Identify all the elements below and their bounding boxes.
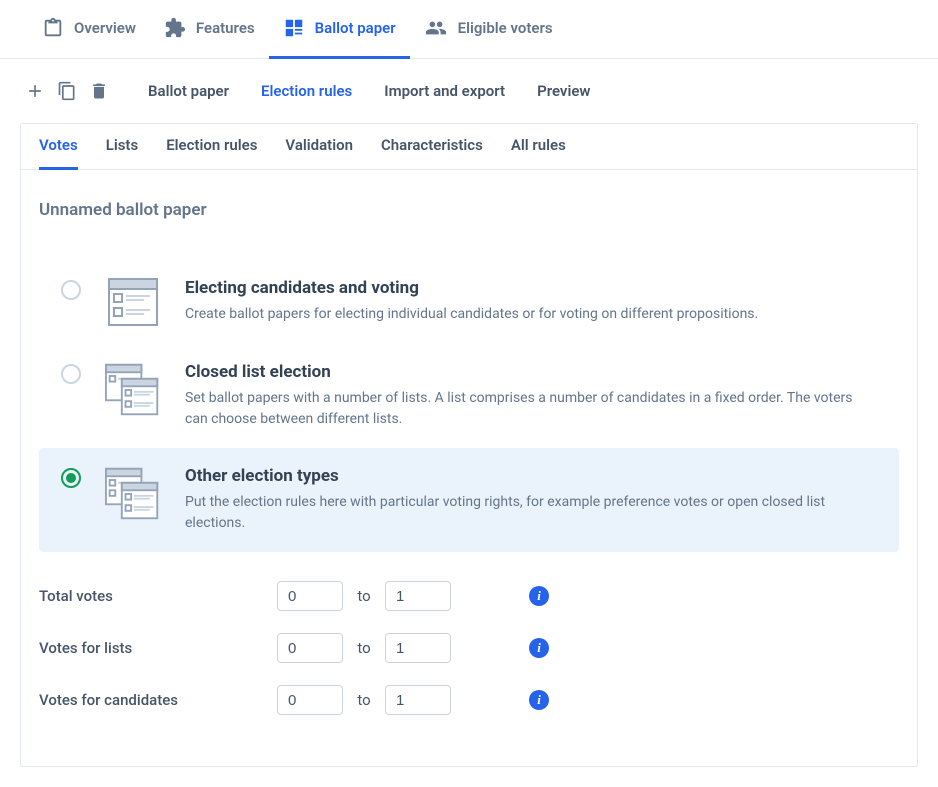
copy-icon[interactable] — [56, 80, 78, 102]
votes-candidates-to-input[interactable] — [385, 685, 451, 715]
ballot-icon — [283, 17, 305, 39]
to-label: to — [353, 691, 375, 709]
nav-features[interactable]: Features — [150, 0, 269, 59]
inner-tabs: Votes Lists Election rules Validation Ch… — [21, 124, 917, 170]
votes-lists-from-input[interactable] — [277, 633, 343, 663]
sub-tab-election-rules[interactable]: Election rules — [245, 82, 368, 100]
rule-label: Votes for lists — [39, 639, 267, 657]
people-icon — [424, 17, 448, 39]
rule-row-votes-candidates: Votes for candidates to i — [39, 674, 899, 726]
nav-overview[interactable]: Overview — [28, 0, 150, 59]
radio-unselected[interactable] — [61, 280, 81, 300]
to-label: to — [353, 639, 375, 657]
delete-icon[interactable] — [88, 80, 110, 102]
inner-tab-votes[interactable]: Votes — [39, 124, 78, 170]
option-title: Closed list election — [185, 362, 877, 382]
stacked-lists-icon — [105, 362, 161, 418]
option-other-election-types[interactable]: Other election types Put the election ru… — [39, 448, 899, 552]
total-votes-to-input[interactable] — [385, 581, 451, 611]
inner-tab-lists[interactable]: Lists — [106, 124, 138, 170]
option-electing-candidates[interactable]: Electing candidates and voting Create ba… — [39, 260, 899, 344]
inner-tab-validation[interactable]: Validation — [285, 124, 353, 170]
radio-selected[interactable] — [61, 468, 81, 488]
rule-label: Total votes — [39, 587, 267, 605]
nav-label: Ballot paper — [315, 19, 396, 37]
option-desc: Create ballot papers for electing indivi… — [185, 304, 877, 325]
rule-label: Votes for candidates — [39, 691, 267, 709]
top-nav: Overview Features Ballot paper Eligible … — [0, 0, 938, 59]
panel-content: Unnamed ballot paper Electing candidates… — [21, 170, 917, 766]
nav-eligible-voters[interactable]: Eligible voters — [410, 0, 567, 59]
nav-label: Features — [196, 19, 255, 37]
inner-tab-characteristics[interactable]: Characteristics — [381, 124, 483, 170]
inner-tab-all-rules[interactable]: All rules — [511, 124, 566, 170]
votes-candidates-from-input[interactable] — [277, 685, 343, 715]
sub-tab-preview[interactable]: Preview — [521, 82, 606, 100]
inner-tab-election-rules[interactable]: Election rules — [166, 124, 257, 170]
rule-row-total-votes: Total votes to i — [39, 570, 899, 622]
info-icon[interactable]: i — [529, 638, 549, 658]
puzzle-icon — [164, 17, 186, 39]
clipboard-icon — [42, 17, 64, 39]
to-label: to — [353, 587, 375, 605]
option-desc: Put the election rules here with particu… — [185, 492, 877, 534]
total-votes-from-input[interactable] — [277, 581, 343, 611]
option-closed-list[interactable]: Closed list election Set ballot papers w… — [39, 344, 899, 448]
rules-grid: Total votes to i Votes for lists to i Vo… — [39, 570, 899, 726]
add-icon[interactable] — [24, 80, 46, 102]
nav-ballot-paper[interactable]: Ballot paper — [269, 0, 410, 59]
ballot-title: Unnamed ballot paper — [39, 200, 899, 220]
sub-tab-import-export[interactable]: Import and export — [368, 82, 521, 100]
info-icon[interactable]: i — [529, 586, 549, 606]
main-panel: Votes Lists Election rules Validation Ch… — [20, 123, 918, 767]
nav-label: Eligible voters — [458, 19, 553, 37]
radio-unselected[interactable] — [61, 364, 81, 384]
votes-lists-to-input[interactable] — [385, 633, 451, 663]
sub-tab-ballot-paper[interactable]: Ballot paper — [132, 82, 245, 100]
option-desc: Set ballot papers with a number of lists… — [185, 388, 877, 430]
stacked-lists-icon — [105, 466, 161, 522]
sub-toolbar: Ballot paper Election rules Import and e… — [0, 59, 938, 123]
tool-icon-group — [24, 80, 110, 102]
info-icon[interactable]: i — [529, 690, 549, 710]
option-title: Electing candidates and voting — [185, 278, 877, 298]
option-title: Other election types — [185, 466, 877, 486]
single-list-icon — [105, 278, 161, 326]
nav-label: Overview — [74, 19, 136, 37]
rule-row-votes-lists: Votes for lists to i — [39, 622, 899, 674]
